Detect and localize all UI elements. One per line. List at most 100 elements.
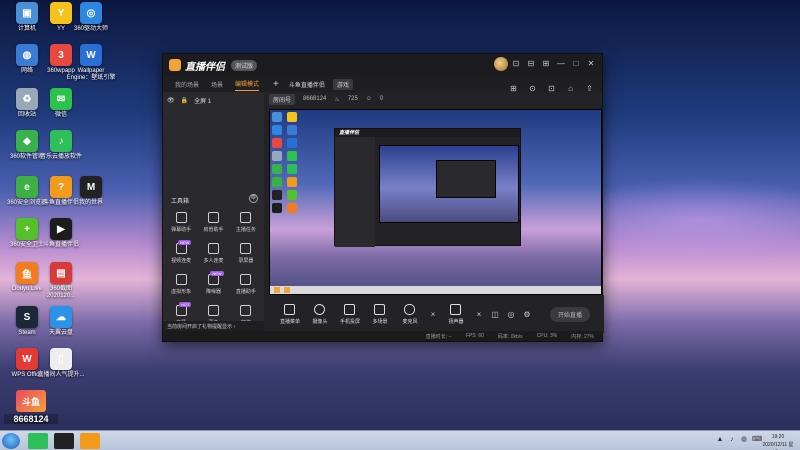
danmaku-menu-button[interactable]: 直播菜单 bbox=[278, 303, 302, 325]
phone-cast-button[interactable]: 手机投屏 bbox=[338, 303, 362, 325]
tab-edit-mode[interactable]: 编辑模式 bbox=[235, 77, 260, 91]
status-duration: 直播时长: -- bbox=[425, 333, 452, 340]
tool-item[interactable]: 视频连麦 NEW bbox=[165, 240, 197, 264]
desktop-icon[interactable]: M 我的世界 bbox=[66, 176, 116, 207]
skin-icon[interactable]: ⊡ bbox=[511, 59, 521, 69]
taskbar-app-minecraft[interactable] bbox=[54, 433, 74, 449]
eye-icon[interactable]: 👁 bbox=[167, 97, 175, 104]
nested-app-window: 直播伴侣 bbox=[334, 128, 521, 247]
app-icon: ✉ bbox=[50, 88, 72, 110]
desktop-icon[interactable]: ▤ 360截图2020120... bbox=[36, 262, 86, 300]
share-icon[interactable]: ⇪ bbox=[585, 84, 594, 93]
start-button[interactable] bbox=[2, 433, 20, 449]
tool-item[interactable]: 房管助手 bbox=[197, 212, 229, 233]
desktop-icon[interactable]: ▶ 斗鱼直播伴侣 bbox=[36, 218, 86, 249]
speaker-button[interactable]: 扬声器 bbox=[444, 303, 468, 325]
brand: 直播伴侣 测试版 bbox=[169, 58, 258, 73]
mic-mute-icon[interactable]: × bbox=[428, 310, 438, 319]
title-bar[interactable]: 直播伴侣 测试版 ⊡ ⊟ ⊞ — □ ✕ bbox=[163, 54, 602, 76]
tab-my-scenes[interactable]: 我的场景 bbox=[175, 78, 199, 91]
add-tab-button[interactable]: + bbox=[273, 79, 279, 90]
preview-app-icon bbox=[284, 287, 290, 293]
tool-icon bbox=[207, 243, 219, 254]
category-tag[interactable]: 游戏 bbox=[332, 78, 353, 90]
multi-scene-label: 多场景 bbox=[372, 318, 388, 325]
tool-item[interactable]: 多人连麦 bbox=[197, 243, 229, 264]
speaker-mute-icon[interactable]: × bbox=[474, 310, 484, 319]
tray-expand-icon[interactable]: ▲ bbox=[716, 435, 724, 445]
settings-icon[interactable]: ⊞ bbox=[541, 59, 551, 69]
screenshot-icon[interactable]: ⊡ bbox=[547, 84, 556, 93]
video-cam-icon[interactable]: ◫ bbox=[490, 310, 500, 319]
tool-item[interactable]: 主播任务 bbox=[230, 212, 262, 233]
clock[interactable]: 19:20 2020/12/11 星期五 bbox=[760, 433, 796, 450]
preview-mini-icon bbox=[287, 164, 297, 174]
minimize-button[interactable]: — bbox=[556, 59, 566, 69]
taskbar-app-music[interactable] bbox=[28, 433, 48, 449]
status-memory: 内存: 27% bbox=[571, 333, 594, 340]
preview-mini-icon bbox=[272, 125, 282, 135]
desktop-icon-label: 360驱动大师 bbox=[73, 26, 108, 32]
tool-item[interactable]: 弹幕助手 bbox=[165, 212, 197, 233]
tool-item[interactable]: 录屏器 bbox=[230, 243, 262, 264]
danmaku-icon bbox=[284, 303, 296, 315]
preview-mini-icon bbox=[272, 203, 282, 213]
layout-icon[interactable]: ⊞ bbox=[509, 84, 518, 93]
tool-icon bbox=[240, 274, 252, 285]
maximize-button[interactable]: □ bbox=[571, 59, 581, 69]
desktop-icon[interactable]: ◎ 360驱动大师 bbox=[66, 2, 116, 33]
keyboard-icon[interactable]: ⌨ bbox=[752, 435, 762, 445]
taskbar-app-douyu[interactable] bbox=[80, 433, 100, 449]
desktop-icon-label: 直播间人气提升... bbox=[37, 372, 85, 378]
tool-icon bbox=[240, 305, 252, 316]
tool-label: 直播助手 bbox=[235, 289, 256, 295]
beauty-icon[interactable]: ◎ bbox=[506, 310, 516, 319]
lock-icon[interactable]: 🔒 bbox=[181, 97, 188, 104]
app-icon: ◍ bbox=[16, 44, 38, 66]
preview-mini-icon bbox=[287, 190, 297, 200]
desktop-icon[interactable]: ▯ 直播间人气提升... bbox=[36, 348, 86, 379]
desktop-icon-label: Wallpaper Engine：壁纸引擎 bbox=[66, 68, 116, 81]
desktop-icon[interactable]: W Wallpaper Engine：壁纸引擎 bbox=[66, 44, 116, 82]
douyu-logo-icon: 斗鱼 bbox=[16, 390, 46, 412]
app-icon: W bbox=[80, 44, 102, 66]
tools-settings-icon[interactable]: ⚙ bbox=[249, 194, 258, 203]
user-avatar[interactable] bbox=[494, 57, 508, 71]
close-button[interactable]: ✕ bbox=[586, 59, 596, 69]
nested-preview bbox=[379, 145, 519, 223]
home-icon[interactable]: ⌂ bbox=[566, 84, 575, 93]
multi-scene-button[interactable]: 多场景 bbox=[368, 303, 392, 325]
app-window: 直播伴侣 测试版 ⊡ ⊟ ⊞ — □ ✕ 我的场景 场景 编辑模式 + 斗鱼直播… bbox=[162, 53, 604, 342]
live-preview[interactable]: 直播伴侣 bbox=[269, 109, 602, 295]
tool-label: 录屏器 bbox=[238, 258, 254, 264]
tool-icon bbox=[175, 212, 187, 223]
message-icon[interactable]: ⊟ bbox=[526, 59, 536, 69]
window-controls: ⊡ ⊟ ⊞ — □ ✕ bbox=[511, 59, 596, 69]
tool-item[interactable]: 虚拟形象 bbox=[165, 274, 197, 295]
version-badge: 测试版 bbox=[231, 59, 258, 71]
taskbar: ▲ ♪ ◍ ⌨ 19:20 2020/12/11 星期五 bbox=[0, 430, 800, 450]
tab-scenes[interactable]: 场景 bbox=[211, 78, 223, 91]
tool-label: 虚拟形象 bbox=[171, 289, 192, 295]
fans-icon: ☺ bbox=[365, 96, 372, 102]
desktop-icon[interactable]: ✉ 微信 bbox=[36, 88, 86, 119]
douyu-count-widget[interactable]: 斗鱼 8668124 bbox=[4, 390, 58, 424]
live-settings-icon[interactable]: ⚙ bbox=[522, 310, 532, 319]
camera-button[interactable]: 摄像头 bbox=[308, 303, 332, 325]
app-icon: W bbox=[16, 348, 38, 370]
record-icon[interactable]: ⊙ bbox=[528, 84, 537, 93]
live-title[interactable]: 斗鱼直播伴侣 bbox=[289, 80, 325, 89]
app-icon: ♪ bbox=[50, 130, 72, 152]
desktop-icon-label: 我的世界 bbox=[78, 200, 103, 206]
volume-icon[interactable]: ♪ bbox=[728, 435, 736, 445]
start-live-button[interactable]: 开始直播 bbox=[549, 306, 590, 322]
desktop-icon[interactable]: ☁ 天翼云盘 bbox=[36, 306, 86, 337]
tool-item[interactable]: 直播助手 bbox=[230, 274, 262, 295]
desktop-icon[interactable]: ♪ 音乐云播放软件 bbox=[36, 130, 86, 161]
tool-icon bbox=[240, 212, 252, 223]
network-icon[interactable]: ◍ bbox=[740, 435, 748, 445]
tool-item[interactable]: 降噪器 NEW bbox=[197, 271, 229, 295]
scene-label[interactable]: 全屏 1 bbox=[194, 96, 211, 105]
tool-label: 弹幕助手 bbox=[171, 227, 192, 233]
microphone-button[interactable]: 麦克风 bbox=[398, 303, 422, 325]
